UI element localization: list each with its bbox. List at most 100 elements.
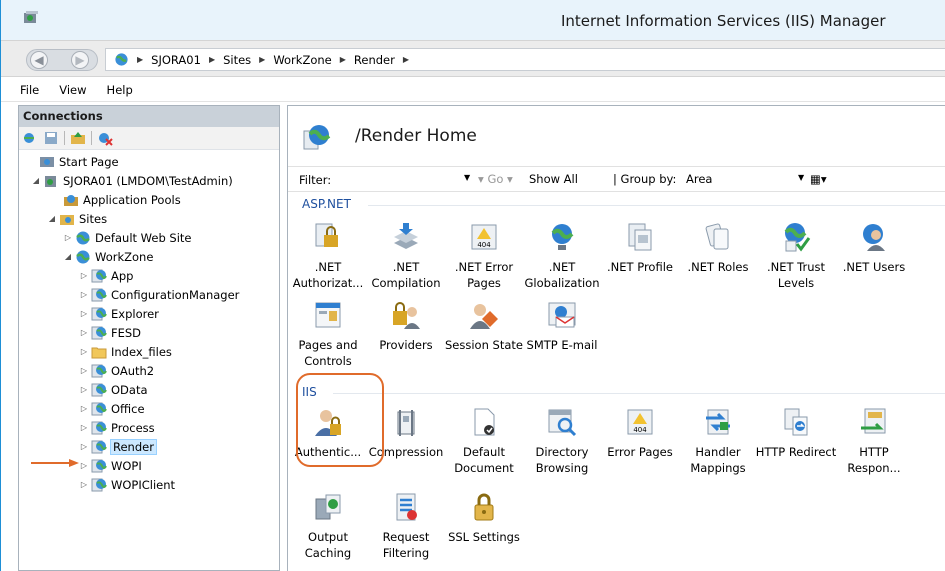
feature-smtp-email[interactable]: SMTP E-mail xyxy=(520,299,604,353)
feature-directory-browsing[interactable]: Directory Browsing xyxy=(520,406,604,476)
crumb-server[interactable]: SJORA01 xyxy=(151,53,201,67)
group-by-select[interactable]: Area xyxy=(686,172,712,186)
iis-app-icon xyxy=(24,11,38,23)
feature-default-document[interactable]: Default Document xyxy=(442,406,526,476)
feature-net-compilation[interactable]: .NET Compilation xyxy=(364,221,448,291)
svg-text:404: 404 xyxy=(477,241,491,249)
crumb-workzone[interactable]: WorkZone xyxy=(273,53,331,67)
menu-view[interactable]: View xyxy=(59,83,86,97)
connect-icon[interactable] xyxy=(22,130,38,146)
start-page-icon xyxy=(40,156,54,167)
view-toggle-icon[interactable]: ▦▾ xyxy=(810,172,827,186)
tree-item-explorer[interactable]: ▷ Explorer xyxy=(79,304,159,323)
feature-error-pages[interactable]: 404 Error Pages xyxy=(598,406,682,460)
tree-item-configurationmanager[interactable]: ▷ ConfigurationManager xyxy=(79,285,239,304)
go-button[interactable]: ▾ Go ▾ xyxy=(478,172,513,186)
connections-toolbar xyxy=(19,127,279,150)
tree-item-workzone[interactable]: ◢ WorkZone xyxy=(63,247,153,266)
app-icon xyxy=(91,421,107,434)
feature-net-authorization[interactable]: .NET Authorizat... xyxy=(286,221,370,291)
tree-item-office[interactable]: ▷ Office xyxy=(79,399,145,418)
feature-net-error-pages[interactable]: 404 .NET Error Pages xyxy=(442,221,526,291)
tree-item-oauth2[interactable]: ▷ OAuth2 xyxy=(79,361,154,380)
tree-item-start-page[interactable]: Start Page xyxy=(39,152,119,171)
breadcrumb[interactable]: ▶ SJORA01 ▶ Sites ▶ WorkZone ▶ Render ▶ xyxy=(105,48,945,71)
expand-icon[interactable]: ▷ xyxy=(79,309,89,318)
crumb-sites[interactable]: Sites xyxy=(223,53,251,67)
toolbar-divider xyxy=(64,131,65,145)
tree-item-sites[interactable]: ◢ Sites xyxy=(47,209,107,228)
connections-pane: Connections Start Page ◢ SJORA01 (LMDOM\… xyxy=(18,105,280,571)
app-icon xyxy=(91,288,107,301)
feature-net-roles[interactable]: .NET Roles xyxy=(676,221,760,275)
feature-providers[interactable]: Providers xyxy=(364,299,448,353)
expand-icon[interactable]: ▷ xyxy=(63,233,73,242)
collapse-icon[interactable]: ◢ xyxy=(63,252,73,261)
feature-request-filtering[interactable]: Request Filtering xyxy=(364,491,448,561)
net-roles-icon xyxy=(705,223,729,250)
filter-dropdown-icon[interactable]: ▼ xyxy=(464,173,470,182)
group-header-aspnet[interactable]: ASP.NET xyxy=(302,197,351,211)
collapse-icon[interactable]: ◢ xyxy=(47,214,57,223)
app-icon xyxy=(91,364,107,377)
feature-output-caching[interactable]: Output Caching xyxy=(286,491,370,561)
expand-icon[interactable]: ▷ xyxy=(79,271,89,280)
disconnect-icon[interactable] xyxy=(97,130,113,146)
connections-header: Connections xyxy=(19,106,279,127)
tree-item-odata[interactable]: ▷ OData xyxy=(79,380,148,399)
show-all-button[interactable]: Show All xyxy=(529,172,578,186)
expand-icon[interactable]: ▷ xyxy=(79,366,89,375)
tree-item-wopi[interactable]: ▷ WOPI xyxy=(79,456,142,475)
feature-http-response[interactable]: HTTP Respon... xyxy=(832,406,916,476)
expand-icon[interactable]: ▷ xyxy=(79,461,89,470)
tree-item-index-files[interactable]: ▷ Index_files xyxy=(79,342,172,361)
net-authorization-icon xyxy=(315,223,338,247)
window-title: Internet Information Services (IIS) Mana… xyxy=(561,12,886,30)
request-filtering-icon xyxy=(396,493,417,521)
http-response-icon xyxy=(861,408,886,434)
expand-icon[interactable]: ▷ xyxy=(79,290,89,299)
feature-net-profile[interactable]: .NET Profile xyxy=(598,221,682,275)
chevron-right-icon[interactable]: ▶ xyxy=(403,55,409,64)
save-icon[interactable] xyxy=(43,130,59,146)
feature-net-globalization[interactable]: .NET Globalization xyxy=(520,221,604,291)
tree-item-render[interactable]: ▷ Render xyxy=(79,437,157,456)
net-profile-icon xyxy=(628,223,652,251)
crumb-render[interactable]: Render xyxy=(354,53,395,67)
website-icon xyxy=(76,250,90,263)
tree-item-wopiclient[interactable]: ▷ WOPIClient xyxy=(79,475,175,494)
forward-button[interactable]: ▶ xyxy=(71,51,89,69)
tree-item-app[interactable]: ▷ App xyxy=(79,266,134,285)
feature-http-redirect[interactable]: HTTP Redirect xyxy=(754,406,838,460)
back-button[interactable]: ◀ xyxy=(30,51,48,69)
up-folder-icon[interactable] xyxy=(70,130,86,146)
app-icon xyxy=(91,440,107,453)
menu-help[interactable]: Help xyxy=(107,83,133,97)
tree-item-app-pools[interactable]: Application Pools xyxy=(63,190,181,209)
tree-item-server[interactable]: ◢ SJORA01 (LMDOM\TestAdmin) xyxy=(31,171,233,190)
expand-icon[interactable]: ▷ xyxy=(79,480,89,489)
feature-session-state[interactable]: Session State xyxy=(442,299,526,353)
expand-icon[interactable]: ▷ xyxy=(79,385,89,394)
go-label: Go xyxy=(487,172,504,186)
server-icon xyxy=(45,175,56,187)
tree-item-fesd[interactable]: ▷ FESD xyxy=(79,323,141,342)
filter-bar: Filter: ▼ ▾ Go ▾ Show All | Group by: Ar… xyxy=(288,166,945,192)
collapse-icon[interactable]: ◢ xyxy=(31,176,41,185)
tree-item-process[interactable]: ▷ Process xyxy=(79,418,155,437)
feature-net-trust-levels[interactable]: .NET Trust Levels xyxy=(754,221,838,291)
tree-item-default-web-site[interactable]: ▷ Default Web Site xyxy=(63,228,192,247)
group-by-dropdown-icon[interactable]: ▼ xyxy=(798,173,804,182)
expand-icon[interactable]: ▷ xyxy=(79,404,89,413)
expand-icon[interactable]: ▷ xyxy=(79,328,89,337)
feature-handler-mappings[interactable]: Handler Mappings xyxy=(676,406,760,476)
expand-icon[interactable]: ▷ xyxy=(79,347,89,356)
group-divider xyxy=(333,393,945,394)
feature-ssl-settings[interactable]: SSL Settings xyxy=(442,491,526,545)
feature-net-users[interactable]: .NET Users xyxy=(832,221,916,275)
menu-file[interactable]: File xyxy=(20,83,39,97)
expand-icon[interactable]: ▷ xyxy=(79,442,89,451)
expand-icon[interactable]: ▷ xyxy=(79,423,89,432)
net-globalization-icon xyxy=(551,224,574,250)
feature-pages-controls[interactable]: Pages and Controls xyxy=(286,299,370,369)
